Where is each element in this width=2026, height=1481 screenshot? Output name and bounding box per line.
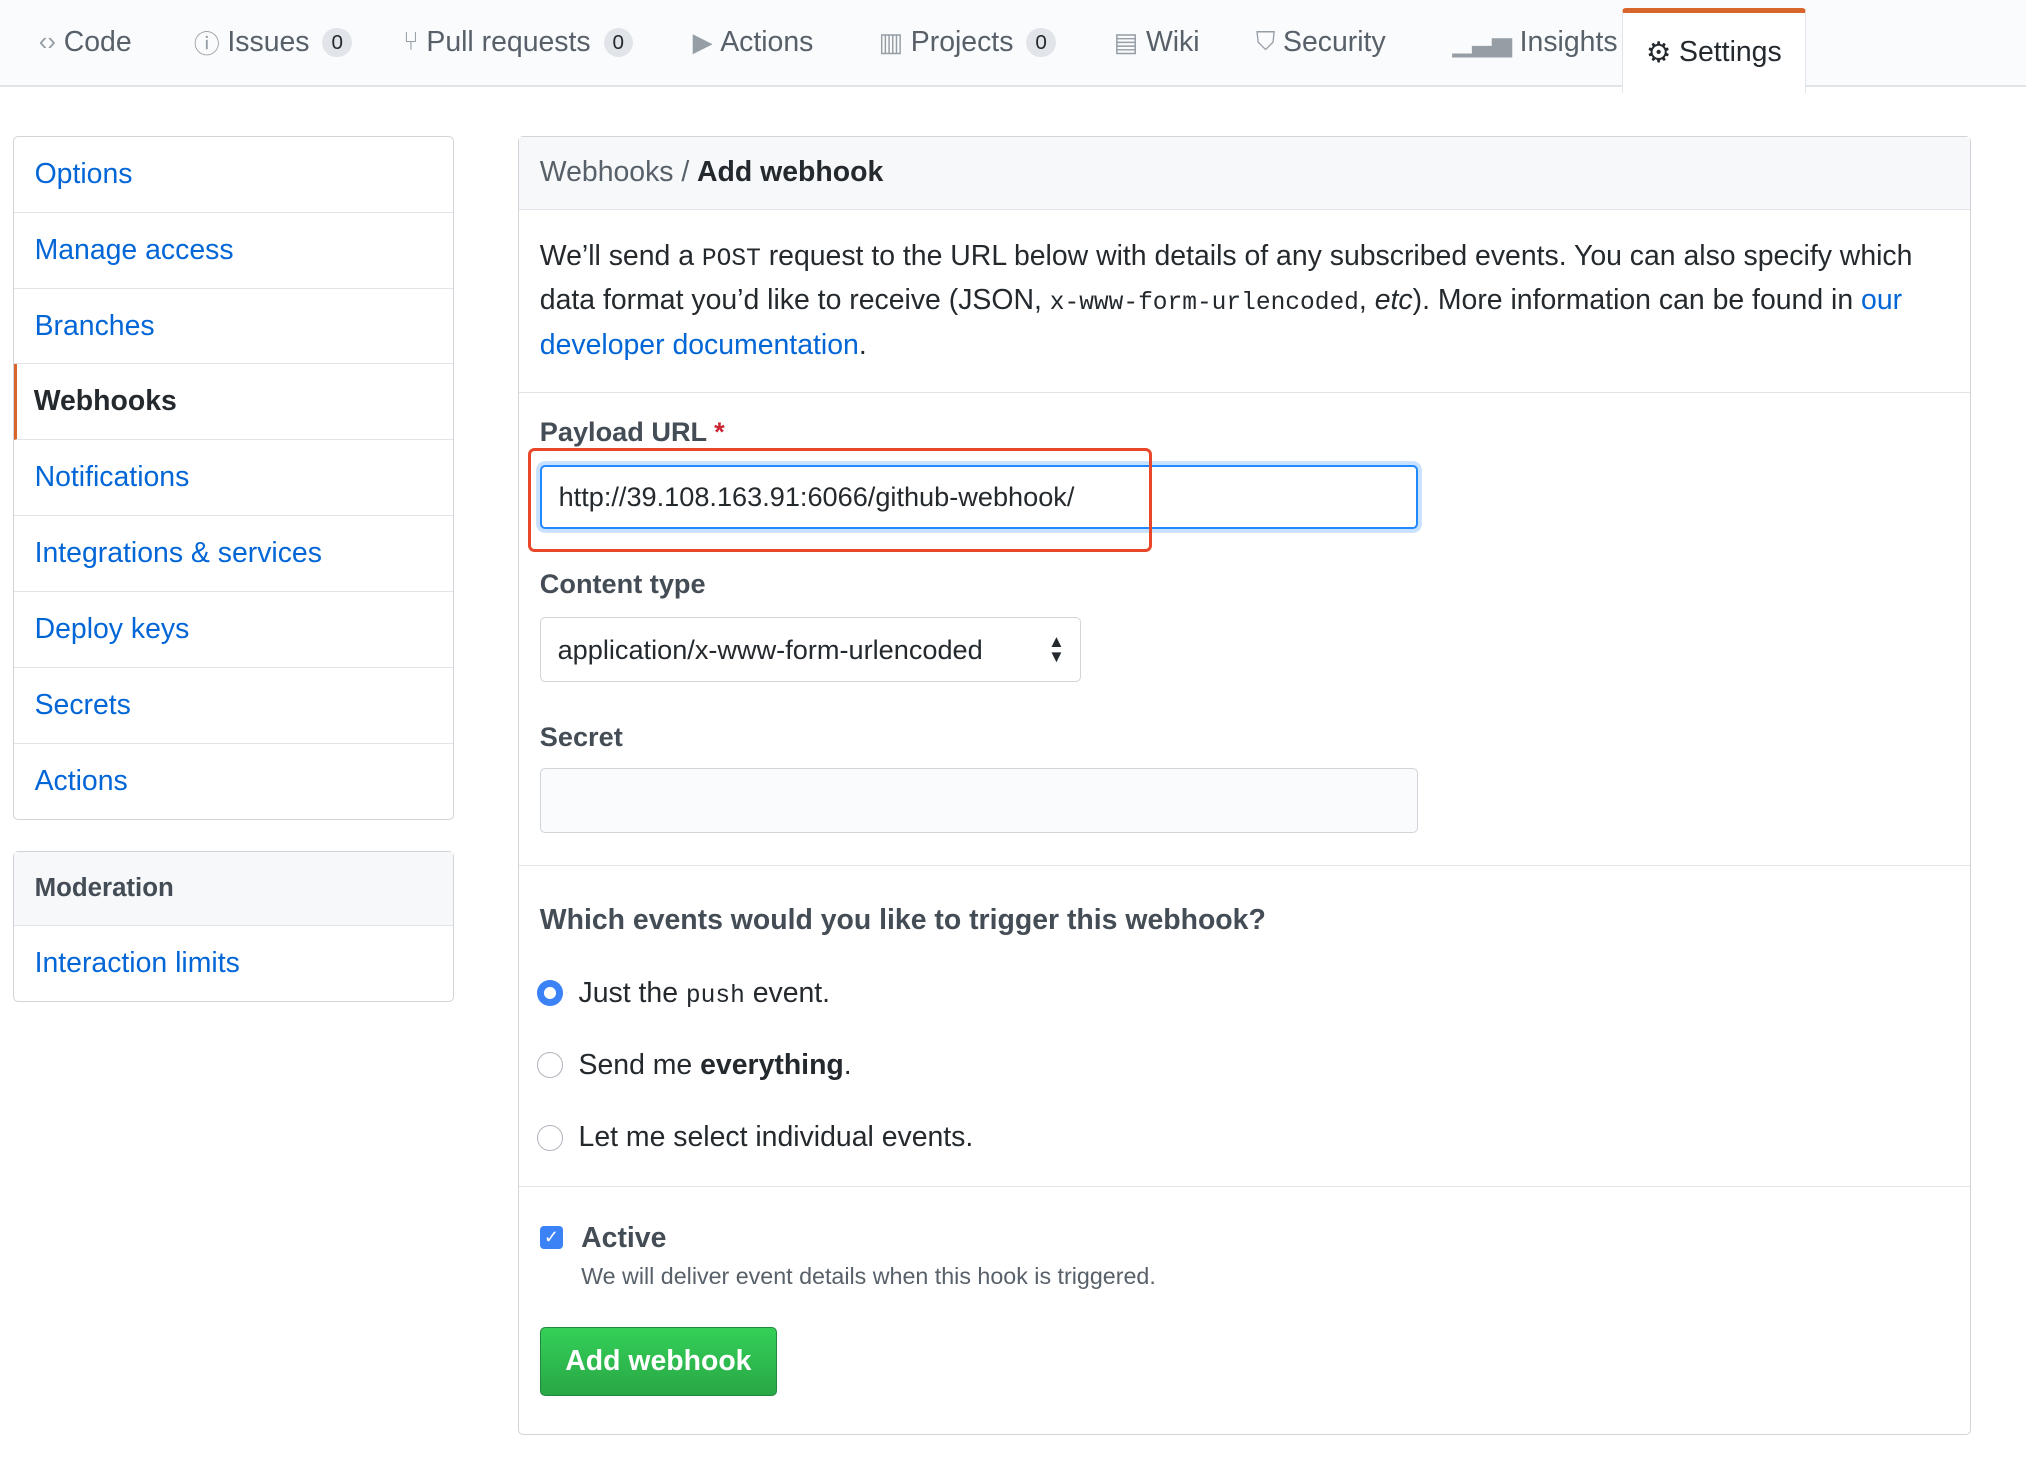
code-icon: ‹› — [38, 28, 56, 57]
sidebar-item-notifications[interactable]: Notifications — [13, 440, 454, 517]
moderation-heading: Moderation — [13, 852, 454, 926]
sidebar-item-interaction-limits[interactable]: Interaction limits — [14, 926, 453, 1001]
sidebar-item-manage-access[interactable]: Manage access — [13, 213, 454, 289]
divider — [519, 1185, 1971, 1187]
tab-projects[interactable]: ▥ Projects 0 — [879, 0, 1056, 85]
sidebar-item-options[interactable]: Options — [13, 137, 454, 213]
radio-individual-events[interactable]: Let me select individual events. — [537, 1121, 973, 1154]
radio-button[interactable] — [537, 1052, 564, 1079]
tab-settings[interactable]: ⚙ Settings — [1621, 7, 1806, 93]
active-checkbox[interactable]: ✓ — [539, 1225, 564, 1250]
radio-everything[interactable]: Send me everything. — [537, 1049, 852, 1082]
issue-icon: ⓘ — [193, 31, 220, 60]
radio-button[interactable] — [537, 980, 564, 1006]
sidebar-item-integrations[interactable]: Integrations & services — [13, 516, 454, 593]
payload-url-label: Payload URL * — [539, 415, 725, 447]
sidebar-item-deploy-keys[interactable]: Deploy keys — [13, 592, 454, 669]
shield-icon: ⛉ — [1255, 27, 1276, 56]
radio-push-event[interactable]: Just the push event. — [537, 977, 830, 1010]
tab-issues[interactable]: ⓘ Issues 0 — [194, 0, 352, 85]
select-arrows-icon: ▲ ▼ — [1048, 632, 1065, 666]
gear-icon: ⚙ — [1645, 36, 1672, 69]
sidebar-item-branches[interactable]: Branches — [13, 289, 454, 365]
settings-sidebar: Options Manage access Branches Webhooks … — [12, 135, 455, 821]
tab-wiki[interactable]: ▤ Wiki — [1114, 0, 1200, 85]
add-webhook-panel: Webhooks / Add webhook We’ll send a POST … — [518, 135, 1972, 1435]
project-icon: ▥ — [878, 28, 904, 57]
tab-pull-requests[interactable]: ⑂ Pull requests 0 — [403, 0, 634, 85]
graph-icon: ▁▃▅ — [1452, 28, 1512, 57]
divider — [519, 865, 1971, 867]
content-type-label: Content type — [539, 568, 706, 600]
tab-actions[interactable]: ▶ Actions — [693, 0, 814, 85]
repo-tabs: ‹› Code ⓘ Issues 0 ⑂ Pull requests 0 ▶ Actions… — [0, 0, 2026, 93]
breadcrumb-webhooks[interactable]: Webhooks / — [540, 156, 689, 189]
sidebar-item-actions[interactable]: Actions — [14, 744, 453, 819]
sidebar-item-secrets[interactable]: Secrets — [13, 668, 454, 745]
add-webhook-button[interactable]: Add webhook — [539, 1326, 777, 1396]
highlight-box — [528, 448, 1152, 553]
book-icon: ▤ — [1113, 28, 1139, 57]
secret-label: Secret — [539, 720, 623, 752]
moderation-sidebar: Moderation Interaction limits — [12, 851, 455, 1002]
page-title: Add webhook — [697, 156, 884, 189]
tab-insights[interactable]: ▁▃▅ Insights — [1452, 0, 1617, 85]
projects-count: 0 — [1026, 28, 1056, 58]
play-icon: ▶ — [692, 28, 713, 57]
pr-count: 0 — [603, 28, 634, 58]
radio-button[interactable] — [537, 1124, 564, 1151]
secret-input[interactable] — [539, 768, 1419, 834]
pull-request-icon: ⑂ — [403, 28, 419, 57]
events-question: Which events would you like to trigger t… — [539, 904, 1266, 937]
issues-count: 0 — [322, 28, 352, 58]
active-label: Active — [581, 1222, 667, 1255]
intro-text: We’ll send a POST request to the URL bel… — [519, 210, 1971, 393]
sidebar-item-webhooks[interactable]: Webhooks — [13, 364, 454, 441]
active-help-text: We will deliver event details when this … — [581, 1263, 1156, 1290]
breadcrumb: Webhooks / Add webhook — [519, 136, 1971, 210]
tab-security[interactable]: ⛉ Security — [1256, 0, 1386, 85]
content-type-select[interactable]: application/x-www-form-urlencoded ▲ ▼ — [539, 617, 1082, 682]
tab-code[interactable]: ‹› Code — [39, 0, 132, 85]
